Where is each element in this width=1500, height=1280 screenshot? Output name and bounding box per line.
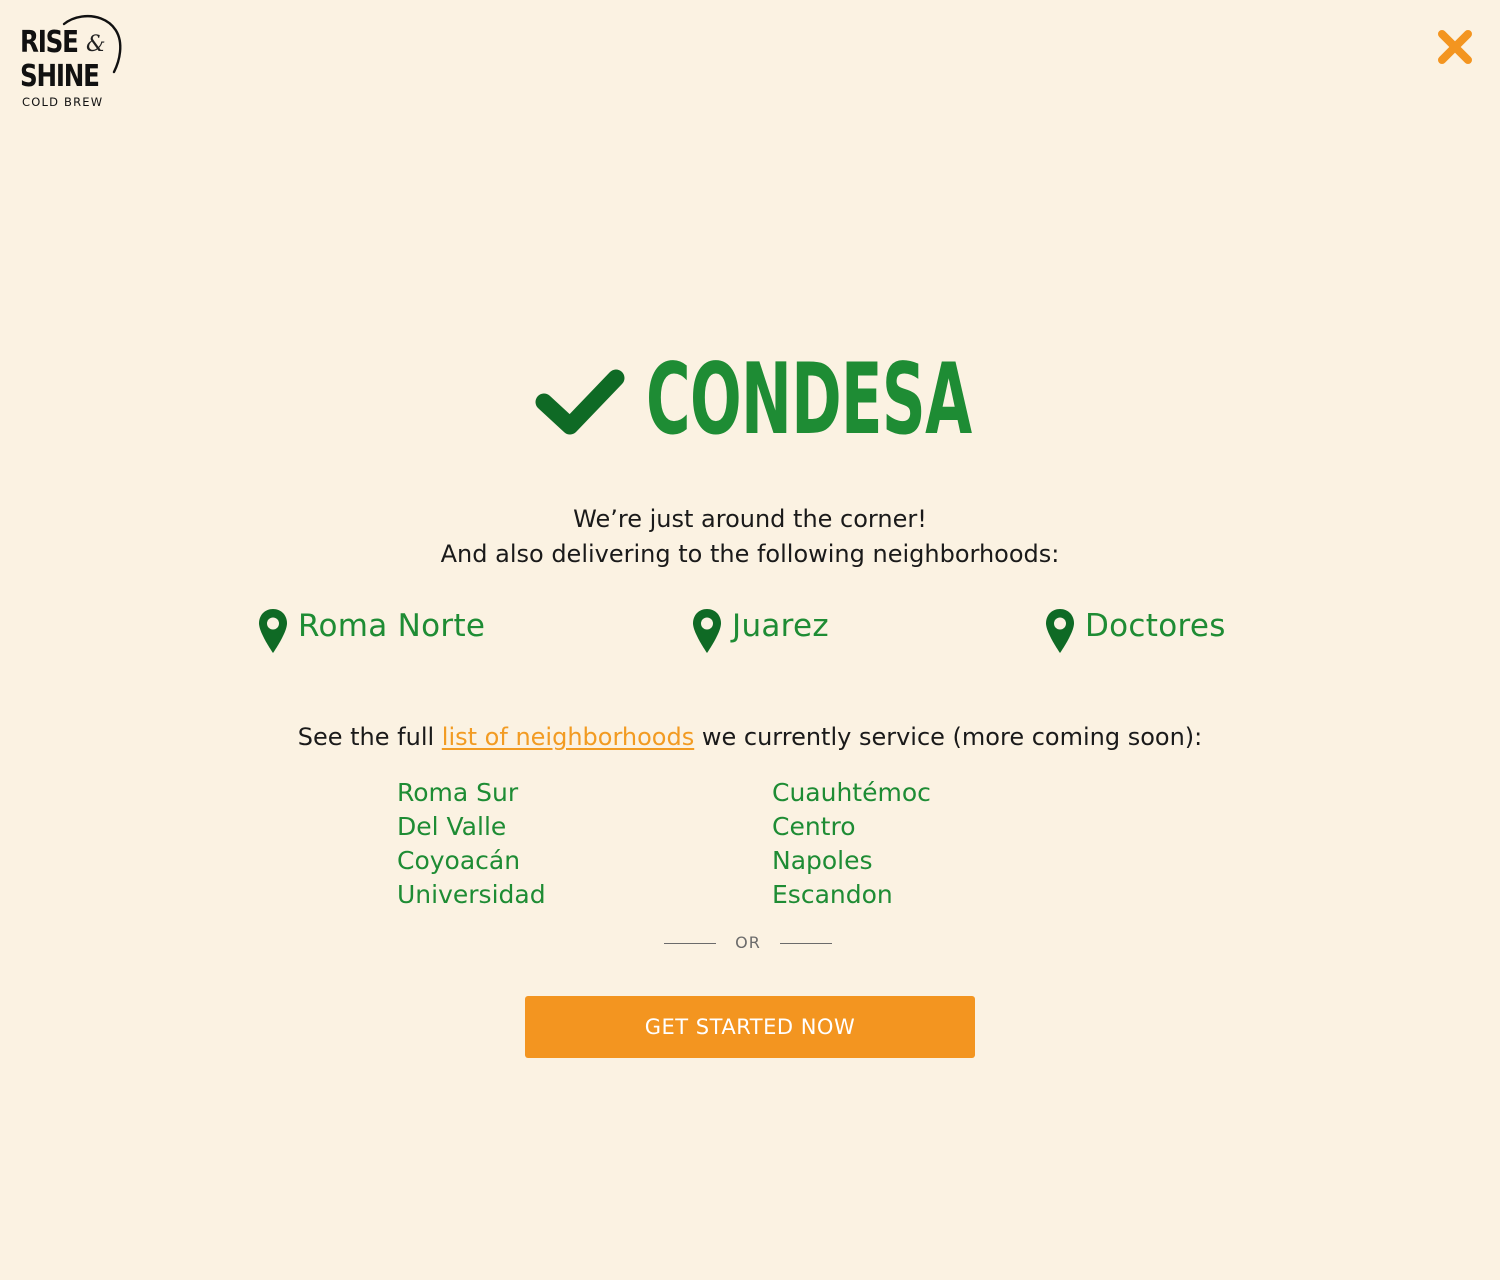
- list-item: Coyoacán: [397, 846, 521, 875]
- or-text: OR: [735, 933, 761, 952]
- close-icon: [1438, 30, 1472, 64]
- neighborhood-column-2: Cuauhtémoc Centro Napoles Escandon: [772, 776, 931, 912]
- map-pin-icon: [693, 609, 721, 653]
- result-headline: CONDESA: [0, 340, 1500, 460]
- neighborhood-title: CONDESA: [646, 343, 972, 457]
- nearby-neighborhood-label: Roma Norte: [298, 608, 486, 644]
- divider-line-right: [780, 943, 832, 944]
- full-list-sentence: See the full list of neighborhoods we cu…: [0, 719, 1500, 755]
- get-started-button[interactable]: GET STARTED NOW: [525, 996, 975, 1058]
- brand-logo[interactable]: RISE & SHINE COLD BREW: [20, 12, 124, 112]
- nearby-neighborhood: Juarez: [692, 598, 829, 654]
- list-item: Del Valle: [397, 812, 507, 841]
- check-icon: [535, 369, 625, 435]
- brand-ampersand: &: [86, 32, 106, 57]
- map-pin-icon: [259, 609, 287, 653]
- close-button[interactable]: [1434, 26, 1476, 68]
- intro-text: We’re just around the corner! And also d…: [0, 502, 1500, 572]
- neighborhoods-list-link[interactable]: list of neighborhoods: [442, 723, 694, 751]
- full-list-prefix: See the full: [297, 723, 442, 751]
- intro-line-1: We’re just around the corner!: [573, 505, 927, 533]
- map-pin-icon: [1046, 609, 1074, 653]
- list-item: Roma Sur: [397, 778, 519, 807]
- list-item: Universidad: [397, 880, 546, 909]
- brand-tagline: COLD BREW: [22, 95, 104, 109]
- list-item: Napoles: [772, 846, 873, 875]
- neighborhood-column-1: Roma Sur Del Valle Coyoacán Universidad: [397, 776, 546, 912]
- divider-line-left: [664, 943, 716, 944]
- or-divider: OR: [664, 930, 832, 958]
- nearby-neighborhood-label: Doctores: [1085, 608, 1226, 644]
- intro-line-2: And also delivering to the following nei…: [440, 540, 1060, 568]
- list-item: Centro: [772, 812, 856, 841]
- nearby-neighborhood-label: Juarez: [732, 608, 829, 644]
- full-list-suffix: we currently service (more coming soon):: [694, 723, 1203, 751]
- brand-name-line2: SHINE: [20, 59, 100, 94]
- list-item: Escandon: [772, 880, 893, 909]
- nearby-neighborhood: Roma Norte: [258, 598, 485, 654]
- list-item: Cuauhtémoc: [772, 778, 931, 807]
- brand-name-line1: RISE: [20, 25, 79, 60]
- nearby-neighborhood: Doctores: [1045, 598, 1226, 654]
